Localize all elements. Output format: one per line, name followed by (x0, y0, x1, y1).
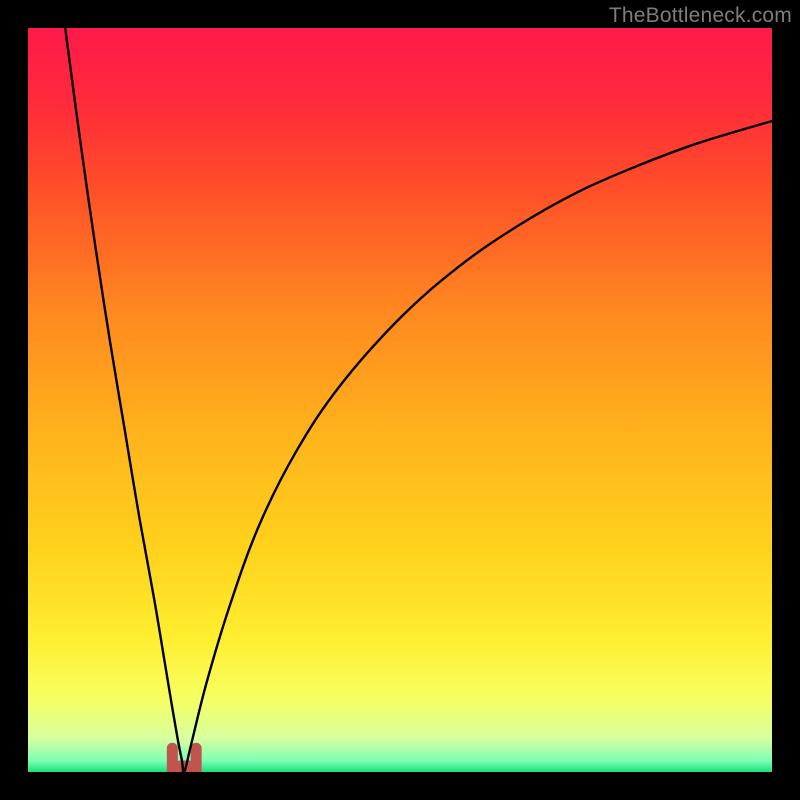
chart-frame: TheBottleneck.com (0, 0, 800, 800)
plot-svg (28, 28, 772, 772)
gradient-background (28, 28, 772, 772)
plot-area (28, 28, 772, 772)
watermark-text: TheBottleneck.com (609, 4, 792, 28)
